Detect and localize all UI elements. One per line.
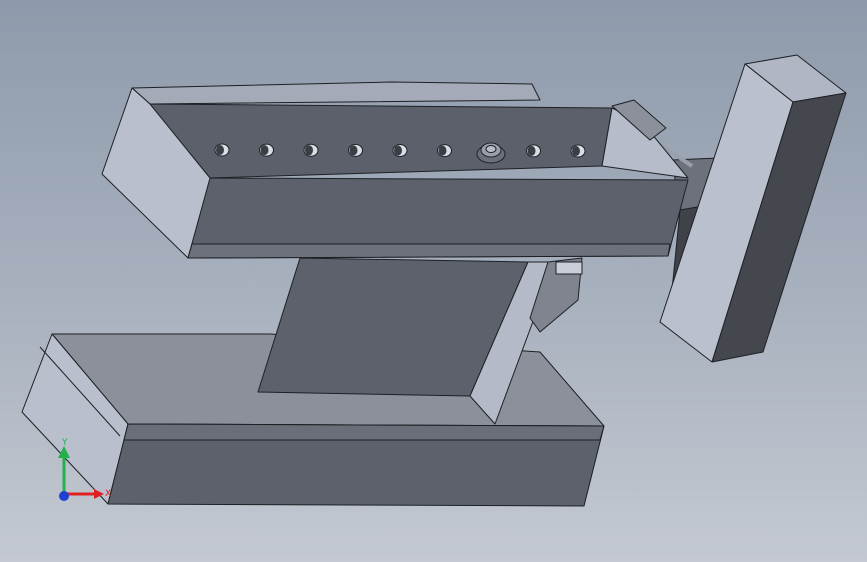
mounting-holes [214, 143, 586, 158]
triad-x-arrow [94, 489, 104, 499]
t-handle[interactable] [659, 54, 847, 363]
top-front-lip [187, 243, 671, 259]
mounting-hole-bore [305, 145, 313, 156]
mounting-hole-bore [527, 145, 536, 156]
top-inner-floor [149, 103, 613, 179]
triad-y-label: Y [61, 438, 68, 448]
3d-viewport[interactable]: Y X [0, 0, 867, 562]
top-channel[interactable] [101, 81, 689, 259]
mounting-hole-bore [216, 145, 224, 155]
mounting-hole-bore [394, 145, 402, 156]
triad-z-axis [59, 491, 69, 501]
triad-x-label: X [105, 489, 111, 499]
mounting-hole-bore [349, 145, 358, 156]
base-front-lip [123, 423, 605, 441]
mounting-hole-bore [438, 145, 447, 156]
coordinate-triad: Y X [58, 438, 111, 501]
cad-model[interactable] [0, 0, 867, 562]
mounting-hole-bore [572, 146, 580, 156]
mounting-hole-bore [260, 145, 269, 156]
top-rear-rail [131, 81, 541, 105]
